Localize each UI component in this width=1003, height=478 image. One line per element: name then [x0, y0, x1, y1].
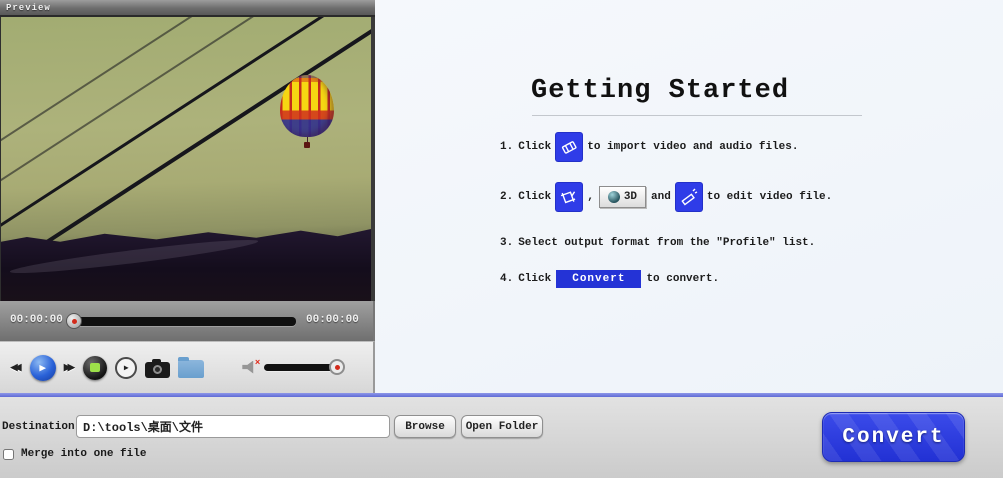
effect-edit-icon — [675, 183, 702, 211]
stop-button[interactable] — [83, 355, 108, 380]
3d-ball-icon — [607, 191, 620, 203]
step-2: 2. Click , 3D and to edit video file. — [500, 183, 832, 211]
step-text: Click — [518, 141, 552, 153]
step-number: 2. — [500, 191, 514, 203]
step-text: to convert. — [646, 273, 720, 285]
mute-x-icon: × — [254, 357, 261, 368]
merge-checkbox[interactable] — [3, 448, 14, 460]
3d-settings-button-illustration: 3D — [598, 186, 647, 208]
volume-handle-dot — [335, 365, 341, 370]
volume-slider[interactable] — [264, 359, 346, 375]
crop-edit-icon — [556, 183, 583, 211]
merge-option: Merge into one file — [3, 448, 146, 460]
playback-controls: ◀◀ ▶ ▶▶ ▶ × — [0, 341, 375, 393]
step-text: and — [651, 191, 671, 203]
step-forward-button[interactable]: ▶ — [115, 356, 138, 379]
step-text: , — [587, 191, 594, 203]
powerline — [1, 17, 281, 167]
current-time: 00:00:00 — [10, 314, 63, 326]
seek-handle[interactable] — [66, 313, 82, 329]
seek-bar-area: 00:00:00 00:00:00 — [0, 301, 375, 341]
step-number: 1. — [500, 141, 514, 153]
seek-handle-dot — [72, 319, 77, 324]
camera-icon — [152, 358, 162, 363]
play-icon: ▶ — [39, 362, 46, 375]
step-1: 1. Click to import video and audio files… — [500, 133, 798, 161]
step-text: to import video and audio files. — [587, 141, 799, 153]
step-number: 3. — [500, 237, 514, 249]
volume-handle[interactable] — [329, 359, 346, 375]
preview-title: Preview — [0, 0, 375, 17]
folder-icon — [178, 357, 190, 361]
preview-panel: Preview 00:00:00 00:00:00 ◀◀ ▶ ▶▶ ▶ × — [0, 0, 375, 393]
destination-label: Destination: — [2, 421, 82, 433]
play-button[interactable]: ▶ — [29, 354, 56, 381]
step-3: 3. Select output format from the "Profil… — [500, 237, 815, 249]
step-4: 4. Click Convert to convert. — [500, 270, 719, 288]
fast-forward-button[interactable]: ▶▶ — [64, 360, 76, 375]
video-preview — [0, 17, 375, 301]
snapshot-button[interactable] — [145, 358, 171, 378]
import-files-icon — [556, 133, 583, 161]
open-snapshot-folder-button[interactable] — [178, 357, 205, 378]
mute-button[interactable]: × — [242, 357, 261, 375]
getting-started-panel: Getting Started 1. Click to import video… — [375, 0, 1003, 393]
stop-icon — [90, 363, 101, 372]
step-text: to edit video file. — [706, 191, 833, 203]
video-converter-window: Preview 00:00:00 00:00:00 ◀◀ ▶ ▶▶ ▶ × Ge… — [0, 0, 1003, 478]
merge-label: Merge into one file — [21, 448, 147, 460]
step-text: Click — [518, 191, 552, 203]
camera-lens-icon — [153, 364, 163, 374]
3d-label: 3D — [623, 191, 638, 203]
hot-air-balloon — [279, 75, 335, 149]
getting-started-title: Getting Started — [531, 76, 790, 106]
balloon-envelope — [280, 75, 334, 137]
step-text: Select output format from the "Profile" … — [518, 237, 816, 249]
open-folder-button[interactable]: Open Folder — [461, 415, 543, 438]
balloon-basket — [304, 142, 310, 148]
destination-input[interactable] — [76, 415, 390, 438]
convert-button-illustration: Convert — [556, 270, 642, 288]
total-time: 00:00:00 — [306, 314, 359, 326]
seek-slider[interactable] — [66, 313, 296, 329]
browse-button[interactable]: Browse — [394, 415, 456, 438]
title-underline — [532, 115, 862, 116]
step-number: 4. — [500, 273, 514, 285]
bottom-bar: Destination: Browse Open Folder Merge in… — [0, 397, 1003, 478]
step-forward-icon: ▶ — [123, 363, 129, 373]
step-text: Click — [518, 273, 552, 285]
convert-button[interactable]: Convert — [822, 412, 965, 462]
rewind-button[interactable]: ◀◀ — [10, 360, 22, 375]
volume-controls: × — [242, 357, 346, 375]
